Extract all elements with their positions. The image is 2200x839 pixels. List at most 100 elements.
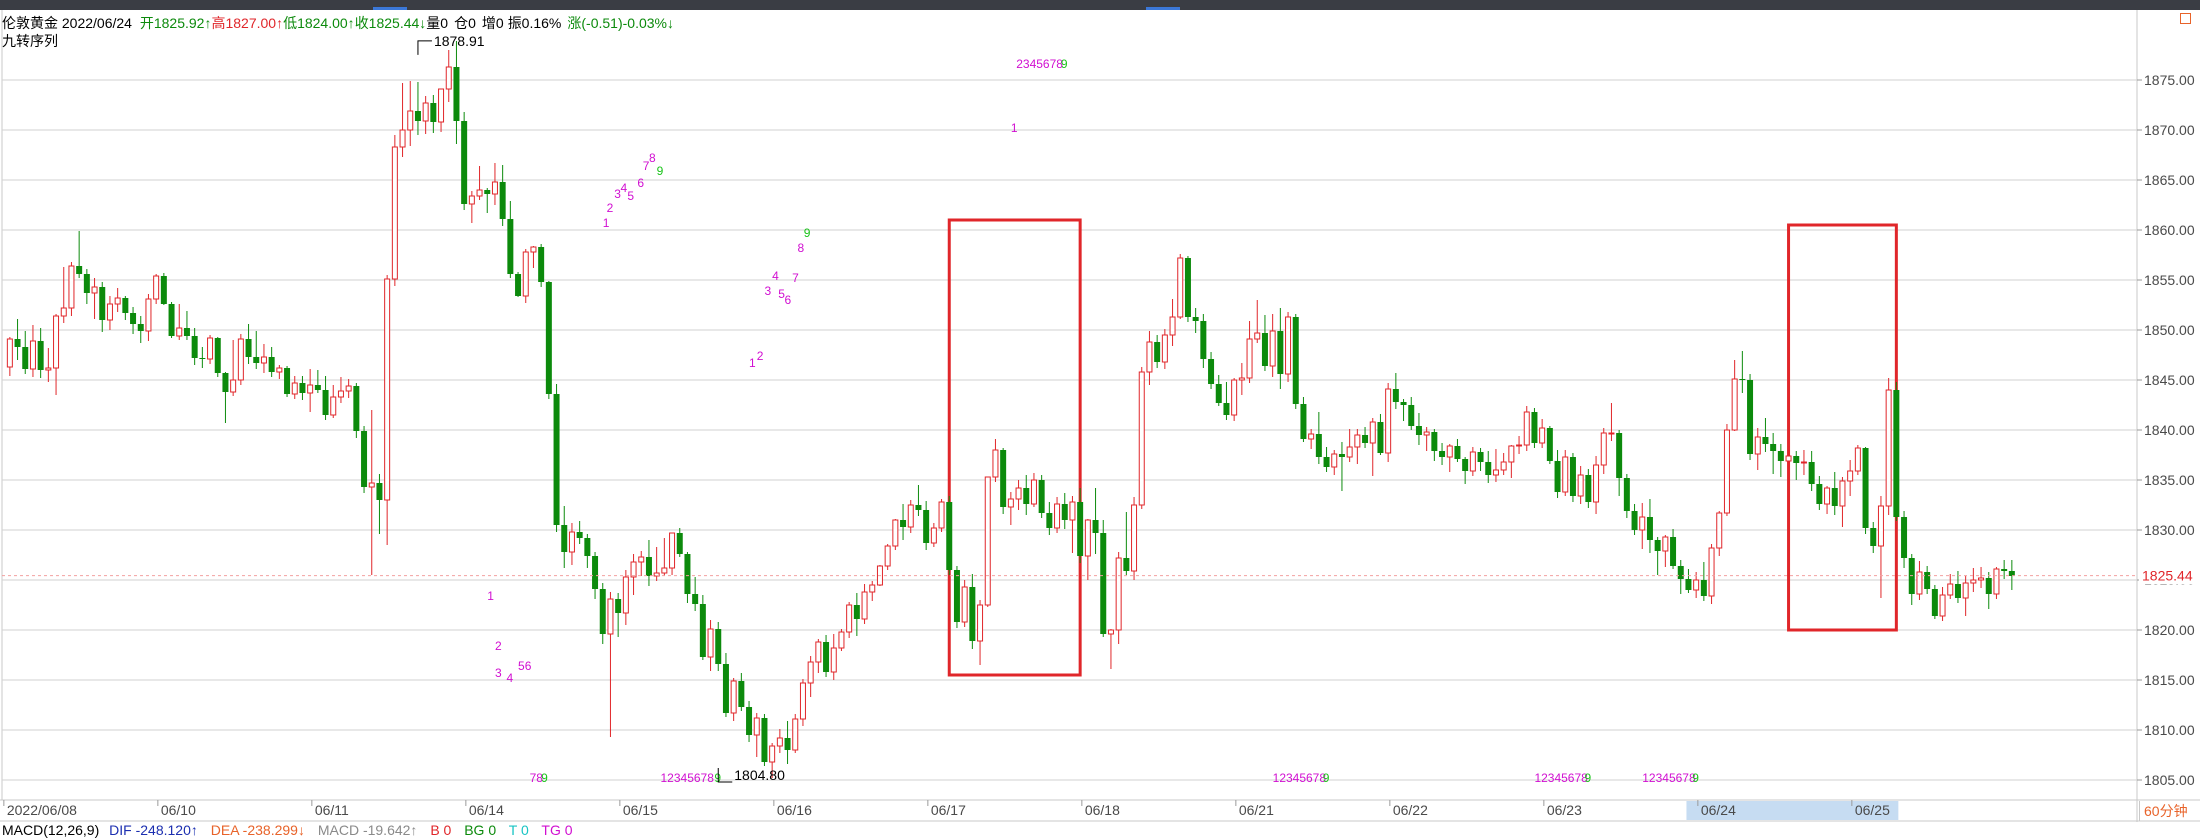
candle-body [568,531,575,553]
macd-value: MACD -19.642↑ [317,822,418,838]
price-axis[interactable]: 1805.001810.001815.001820.001825.001830.… [2137,72,2200,788]
amplitude: 振0.16% [507,15,562,31]
candle-body [1400,402,1407,405]
candlestick-chart[interactable]: 123 456789123 45678912345678 91 2345 67891234… [0,10,2200,822]
candle-body [1954,584,1961,598]
candle-body [746,707,753,735]
candle [1184,256,1191,322]
candle-body [1978,577,1985,581]
candle-body [661,567,668,574]
candle-body [1831,488,1838,506]
candle-body [1331,453,1338,468]
candle-body [445,66,452,90]
candle-body [353,386,360,431]
candle [76,231,83,278]
sequence-digit: 56 [518,659,532,673]
candle [307,369,314,412]
candle-body [1315,434,1322,457]
candle-body [168,304,175,336]
candle [1685,569,1692,593]
candle-body [1577,474,1584,497]
candle [191,328,198,365]
x-tick-label: 06/17 [931,802,966,818]
sequence-digit: 9 [1585,771,1592,785]
candle [792,714,799,753]
candle [538,244,545,287]
candle-body [823,642,830,672]
x-tick-label: 06/16 [777,802,812,818]
candle-body [422,102,429,122]
candle [961,580,968,627]
candle-body [1292,317,1299,404]
candle [160,273,167,305]
candle-body [753,717,760,736]
candle [584,534,591,568]
candle [1123,512,1130,575]
sequence-digit: 9 [541,771,548,785]
candle [391,135,398,286]
candle [1723,424,1730,516]
candle [260,344,267,373]
candle-body [1192,317,1199,321]
y-tick-label: 1820.00 [2144,622,2195,638]
candle [630,554,637,595]
candle-body [738,681,745,707]
candle [1577,466,1584,504]
candle-body [1354,434,1361,448]
candle [1770,433,1777,474]
sequence-digit: 1 [1011,121,1018,135]
candle-body [1639,516,1646,531]
candle [1747,374,1754,460]
candle [638,551,645,576]
time-axis[interactable]: 2022/06/08 06/10 06/11 06/14 06/15 06/16 06/17… [3,800,1899,820]
macd-indicator-bar: MACD(12,26,9) DIF -248.120↑ DEA -238.299… [2,822,582,839]
candle [337,377,344,403]
candle-body [1362,435,1369,443]
sequence-digit: 9 [1061,57,1068,71]
macd-title[interactable]: MACD(12,26,9) [2,822,99,838]
candle-body [1901,517,1908,558]
candle-body [630,561,637,578]
candle-body [1685,579,1692,590]
candle [1007,492,1014,525]
candle-body [1369,421,1376,444]
candle-body [730,680,737,714]
candle-body [861,591,868,620]
candle [561,506,568,568]
candle-body [1785,455,1792,462]
candle-body [900,520,907,527]
candle [237,334,244,385]
candle [1731,360,1738,431]
candle [1785,452,1792,474]
candle [376,474,383,534]
candle-body [1115,557,1122,631]
candle-body [538,247,545,282]
candle-body [414,111,421,121]
candle [1177,254,1184,319]
candle-body [1392,389,1399,402]
candle [399,83,406,157]
corner-toggle-button[interactable] [2180,13,2191,24]
candle-body [507,219,514,274]
price-annotations: 1878.91 1804.80 [2,33,2137,783]
macd-t: T 0 [508,822,529,838]
candle [106,296,113,330]
candle [476,166,483,200]
candle [1862,447,1869,534]
candle-body [1531,412,1538,443]
candle [438,88,445,132]
candle [1623,474,1630,518]
candle [607,592,614,737]
candle-body [1084,519,1091,557]
sequence-digit: 9 [1692,771,1699,785]
candle-body [1308,433,1315,440]
candle-body [1608,432,1615,435]
candle-body [1069,501,1076,521]
candle [684,552,691,603]
candle-body [83,274,90,293]
candle [1616,430,1623,496]
candle [1100,520,1107,637]
period-selector[interactable]: 60分钟 [2139,801,2200,821]
candle-body [253,357,260,363]
candle [1939,587,1946,621]
